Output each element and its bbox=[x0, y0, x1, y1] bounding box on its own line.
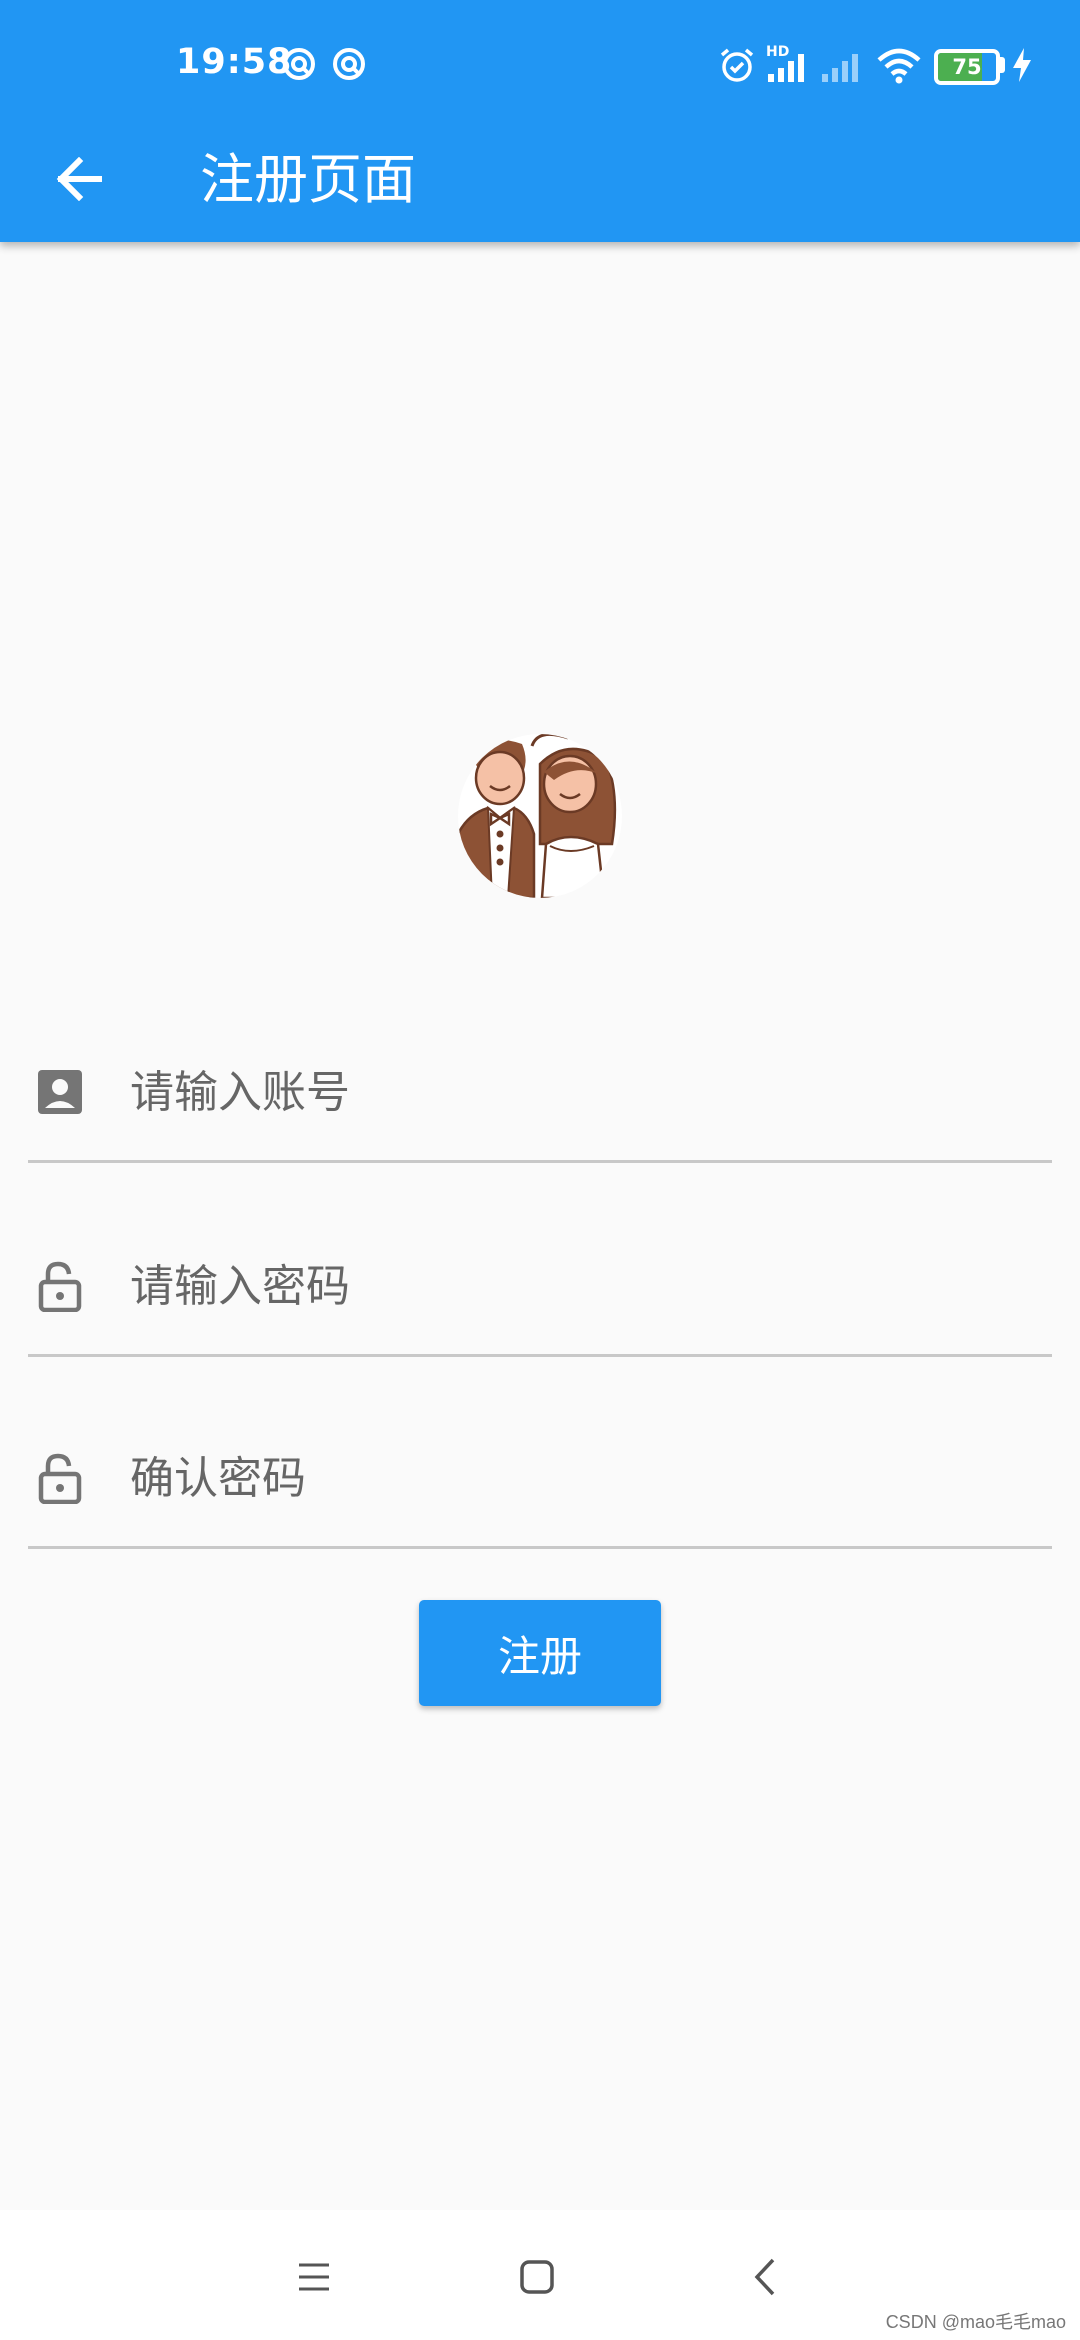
system-nav-bar: CSDN @mao毛毛mao bbox=[0, 2210, 1080, 2340]
menu-button[interactable] bbox=[279, 2242, 349, 2312]
couple-avatar-image bbox=[458, 734, 622, 898]
app-bar: 注册页面 bbox=[0, 130, 1080, 242]
register-button[interactable]: 注册 bbox=[419, 1600, 661, 1706]
home-square-icon bbox=[520, 2260, 554, 2294]
sync-icon bbox=[333, 48, 365, 80]
charging-icon bbox=[1013, 48, 1031, 82]
arrow-back-icon bbox=[56, 157, 102, 201]
battery-nub bbox=[1000, 57, 1005, 73]
password-input[interactable] bbox=[128, 1240, 1032, 1332]
menu-icon bbox=[299, 2263, 329, 2291]
signal-icon bbox=[822, 54, 858, 82]
home-button[interactable] bbox=[502, 2242, 572, 2312]
page-title: 注册页面 bbox=[200, 148, 416, 211]
account-input[interactable] bbox=[128, 1046, 1032, 1138]
signal-icon bbox=[768, 54, 804, 82]
contact-card-icon bbox=[38, 1070, 82, 1114]
account-field bbox=[28, 1010, 1052, 1163]
back-button[interactable] bbox=[38, 138, 120, 220]
lock-open-icon bbox=[38, 1261, 82, 1312]
status-bar: 19:58 HD 75 bbox=[0, 0, 1080, 130]
watermark: CSDN @mao毛毛mao bbox=[885, 2312, 1066, 2332]
lock-open-icon bbox=[38, 1453, 82, 1504]
sync-icon bbox=[283, 48, 315, 80]
battery-icon: 75 bbox=[934, 49, 1000, 85]
status-time: 19:58 bbox=[176, 42, 293, 82]
wifi-icon bbox=[877, 48, 921, 84]
alarm-icon bbox=[720, 48, 754, 82]
confirm-password-field bbox=[28, 1396, 1052, 1549]
confirm-password-input[interactable] bbox=[128, 1432, 1032, 1524]
back-chevron-icon bbox=[754, 2258, 775, 2296]
battery-level: 75 bbox=[952, 55, 982, 79]
password-field bbox=[28, 1204, 1052, 1357]
top-bar: 19:58 HD 75 注册页面 bbox=[0, 0, 1080, 242]
back-nav-button[interactable] bbox=[730, 2242, 800, 2312]
